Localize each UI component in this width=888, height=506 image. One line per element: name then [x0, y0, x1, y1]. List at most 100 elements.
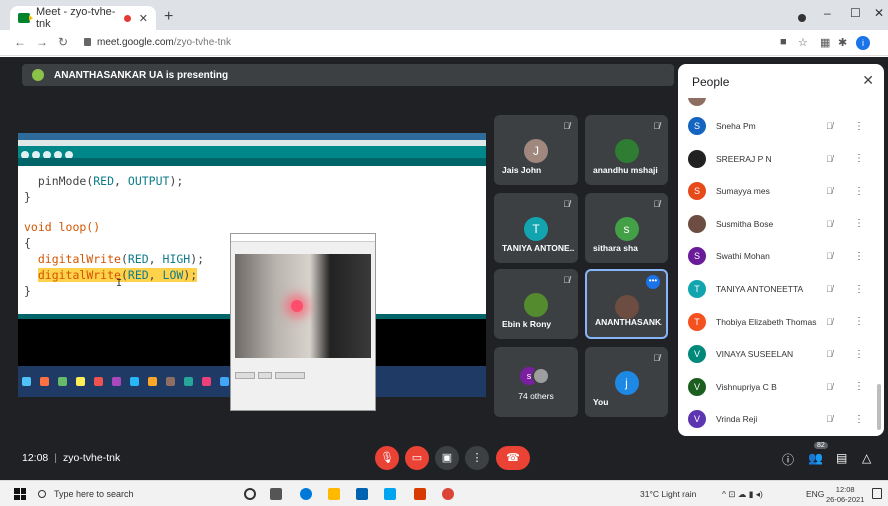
more-options-icon[interactable]: ••• [646, 275, 660, 289]
edge-icon[interactable] [300, 488, 312, 500]
code-line: pinMode(RED, OUTPUT); [24, 174, 184, 188]
url-field[interactable]: meet.google.com/zyo-tvhe-tnk [84, 37, 231, 48]
more-vert-icon[interactable]: ⋮ [854, 381, 864, 392]
participant-name: Vrinda Reji [716, 414, 758, 425]
participant-tile[interactable]: 🎙̸ anandhu mshaji [585, 115, 668, 185]
mic-off-icon: 🎙̸ [653, 199, 660, 209]
participant-name: VINAYA SUSEELAN [716, 349, 794, 360]
participant-list-item[interactable]: V Vrinda Reji 🎙̸ ⋮ [678, 403, 884, 435]
self-tile[interactable]: 🎙̸ j You [585, 347, 668, 417]
participant-list-item[interactable]: S Sneha Pm 🎙̸ ⋮ [678, 110, 884, 142]
avatar [688, 149, 706, 168]
participant-tile[interactable]: 🎙̸ T TANIYA ANTONE... [494, 193, 578, 263]
participant-list-item[interactable]: T Thobiya Elizabeth Thomas 🎙̸ ⋮ [678, 306, 884, 338]
new-tab-icon[interactable]: + [164, 8, 173, 26]
more-vert-icon[interactable]: ⋮ [854, 153, 864, 164]
minimize-icon[interactable]: – [824, 6, 831, 20]
mic-off-icon: 🎙̸ [826, 251, 833, 262]
participant-list-item[interactable]: SREERAJ P N 🎙̸ ⋮ [678, 143, 884, 175]
participant-list-item[interactable]: Susmitha Bose 🎙̸ ⋮ [678, 208, 884, 240]
participant-list-item[interactable]: S Sumayya mes 🎙̸ ⋮ [678, 175, 884, 207]
more-vert-icon[interactable]: ⋮ [854, 251, 864, 262]
participant-tile[interactable]: 🎙̸ s sithara sha [585, 193, 668, 263]
notifications-icon[interactable] [872, 488, 882, 499]
participant-name: anandhu mshaji [593, 165, 658, 175]
more-vert-icon[interactable]: ⋮ [854, 316, 864, 327]
avatar [614, 295, 639, 319]
recording-dot-icon [123, 14, 131, 22]
meeting-time: 12:08 [22, 452, 49, 464]
participant-name: Sumayya mes [716, 186, 770, 197]
more-options-button[interactable]: ⋮ [465, 446, 489, 470]
participant-tile[interactable]: 🎙̸ J Jais John [494, 115, 578, 185]
back-icon[interactable]: ← [14, 35, 26, 49]
participant-list-item[interactable]: S Swathi Mohan 🎙̸ ⋮ [678, 240, 884, 272]
search-icon [38, 490, 46, 498]
puzzle-icon[interactable]: ✱ [838, 36, 847, 49]
more-vert-icon[interactable]: ⋮ [854, 414, 864, 425]
more-vert-icon[interactable]: ⋮ [854, 349, 864, 360]
task-view-icon[interactable] [270, 488, 282, 500]
more-vert-icon[interactable]: ⋮ [854, 121, 864, 132]
people-panel-title: People [692, 75, 730, 89]
mic-toggle-button[interactable]: 🎙 [375, 446, 399, 470]
close-panel-icon[interactable]: ✕ [862, 72, 874, 89]
others-tile[interactable]: s 74 others [494, 347, 578, 417]
system-tray-icons[interactable]: ^ ⊡ ☁ ▮ ◂) [722, 489, 763, 500]
more-vert-icon[interactable]: ⋮ [854, 218, 864, 229]
camera-indicator-icon[interactable]: ■ [780, 36, 787, 48]
participant-list-item[interactable]: V Vishnupriya C B 🎙̸ ⋮ [678, 371, 884, 403]
avatar: S [688, 182, 706, 201]
participant-list-item[interactable]: T TANIYA ANTONEETTA 🎙̸ ⋮ [678, 273, 884, 305]
more-vert-icon[interactable]: ⋮ [854, 186, 864, 197]
participant-name: Susmitha Bose [716, 218, 774, 229]
account-icon[interactable]: i [856, 36, 870, 50]
people-icon[interactable]: 👥 [808, 451, 823, 465]
snapcam-window [230, 233, 376, 411]
browser-tab[interactable]: Meet - zyo-tvhe-tnk ✕ [10, 6, 156, 30]
weather-widget[interactable]: 31°C Light rain [640, 489, 696, 499]
end-call-button[interactable]: ☎ [496, 446, 530, 470]
language-indicator[interactable]: ENG [806, 489, 824, 499]
avatar: V [688, 410, 706, 429]
avatar: T [524, 217, 548, 241]
mic-off-icon: 🎙̸ [826, 186, 833, 197]
more-vert-icon[interactable]: ⋮ [854, 284, 864, 295]
webcam-feed [235, 254, 371, 358]
windows-start-icon[interactable] [14, 488, 26, 500]
mic-off-icon: 🎙̸ [826, 414, 833, 425]
ide-tab-strip [18, 158, 486, 166]
led-glow [291, 300, 303, 312]
participant-tile[interactable]: 🎙̸ Ebin k Rony [494, 269, 578, 339]
participant-list-item[interactable]: V VINAYA SUSEELAN 🎙̸ ⋮ [678, 338, 884, 370]
present-button[interactable]: ▣ [435, 446, 459, 470]
profile-icon[interactable] [798, 14, 806, 22]
file-explorer-icon[interactable] [328, 488, 340, 500]
cortana-icon[interactable] [244, 488, 256, 500]
camera-toggle-button[interactable]: ▭ [405, 446, 429, 470]
activities-icon[interactable]: △ [862, 451, 871, 465]
close-window-icon[interactable]: ✕ [874, 6, 884, 20]
code-line-highlighted: digitalWrite(RED, LOW); [37, 268, 198, 282]
chrome-icon[interactable] [442, 488, 454, 500]
app-icon[interactable] [384, 488, 396, 500]
snapcam-titlebar [231, 234, 375, 242]
chat-icon[interactable]: ▤ [836, 451, 847, 465]
reload-icon[interactable]: ↻ [58, 35, 68, 49]
extension-icon[interactable]: ▦ [820, 36, 830, 49]
meeting-code: zyo-tvhe-tnk [63, 452, 121, 464]
taskbar-search[interactable]: Type here to search [38, 485, 224, 503]
forward-icon[interactable]: → [36, 35, 48, 49]
meeting-info: 12:08 | zyo-tvhe-tnk [22, 452, 121, 464]
close-tab-icon[interactable]: ✕ [139, 12, 148, 25]
store-icon[interactable] [356, 488, 368, 500]
weather-text: 31°C Light rain [640, 489, 697, 499]
meeting-details-icon[interactable]: ⓘ [782, 451, 794, 468]
system-clock[interactable]: 12:08 26-06-2021 [826, 485, 864, 505]
office-icon[interactable] [414, 488, 426, 500]
others-count: 74 others [518, 391, 554, 401]
scrollbar[interactable] [877, 384, 881, 430]
participant-tile-active[interactable]: ••• ANANTHASANK... [585, 269, 668, 339]
maximize-icon[interactable]: ☐ [850, 6, 861, 20]
bookmark-star-icon[interactable]: ☆ [798, 36, 808, 49]
